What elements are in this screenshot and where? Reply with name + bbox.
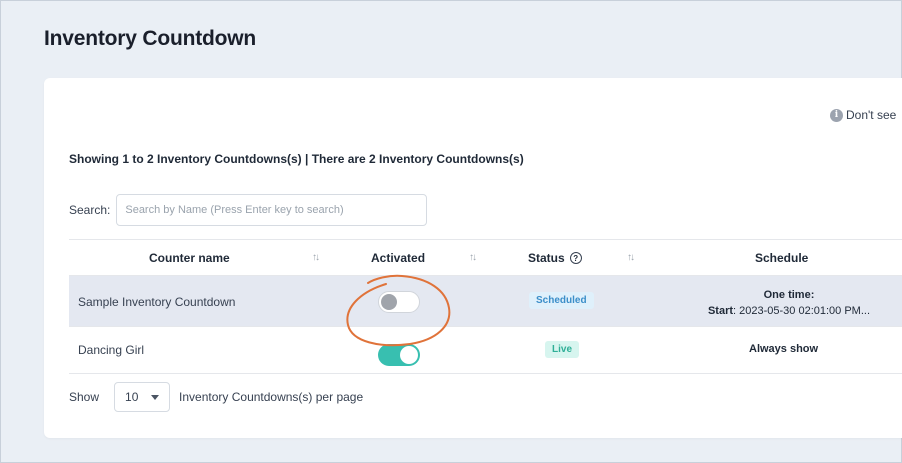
sort-status-icon[interactable]: ↑↓ [627, 252, 635, 263]
search-label: Search: [69, 203, 111, 217]
table-row: Dancing Girl Live Always show [69, 327, 902, 374]
pagination-footer: Show 10 Inventory Countdowns(s) per page [69, 382, 363, 412]
sort-name-icon[interactable]: ↑↓ [312, 252, 320, 263]
info-icon: i [830, 108, 843, 122]
column-header-activated[interactable]: Activated [371, 251, 425, 265]
search-row: Search: [69, 194, 428, 226]
results-summary: Showing 1 to 2 Inventory Countdowns(s) |… [69, 152, 524, 166]
schedule-type: One time: [763, 289, 815, 301]
column-header-status[interactable]: Status ? [528, 251, 582, 265]
page-title: Inventory Countdown [44, 27, 257, 50]
help-note[interactable]: i Don't see [830, 108, 896, 122]
search-input[interactable] [116, 194, 428, 226]
countdown-table: Counter name ↑↓ Activated ↑↓ Status ? ↑↓… [69, 239, 902, 374]
schedule-start: Start: 2023-05-30 02:01:00 PM... [707, 305, 871, 317]
schedule-cell: Always show [749, 343, 819, 355]
show-label: Show [69, 390, 100, 404]
table-row: Sample Inventory Countdown Scheduled One… [69, 276, 902, 327]
schedule-cell: One time: Start: 2023-05-30 02:01:00 PM.… [699, 287, 879, 319]
page-size-value: 10 [125, 390, 139, 404]
sort-activated-icon[interactable]: ↑↓ [469, 252, 477, 263]
counter-name: Sample Inventory Countdown [78, 295, 236, 309]
countdown-card: i Don't see Showing 1 to 2 Inventory Cou… [44, 78, 902, 438]
help-note-text: Don't see [846, 108, 897, 122]
column-header-schedule: Schedule [755, 251, 809, 265]
chevron-down-icon [151, 394, 160, 400]
help-icon[interactable]: ? [569, 252, 582, 264]
per-page-label: Inventory Countdowns(s) per page [179, 390, 364, 404]
table-header: Counter name ↑↓ Activated ↑↓ Status ? ↑↓… [69, 239, 902, 276]
activated-toggle-on[interactable] [378, 344, 420, 366]
status-badge-live: Live [545, 341, 580, 358]
toggle-knob [400, 346, 418, 364]
toggle-knob [381, 294, 397, 310]
counter-name: Dancing Girl [78, 343, 145, 357]
status-badge-scheduled: Scheduled [529, 292, 594, 309]
page-size-select[interactable]: 10 [114, 382, 171, 412]
column-header-name[interactable]: Counter name [149, 251, 230, 265]
activated-toggle-off[interactable] [378, 291, 420, 313]
